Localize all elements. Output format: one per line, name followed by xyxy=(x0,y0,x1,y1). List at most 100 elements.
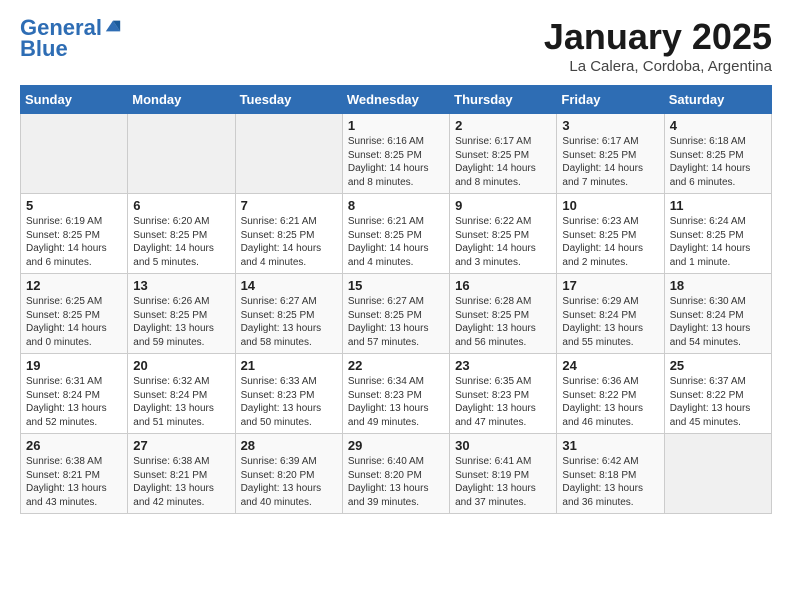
day-content: Sunrise: 6:20 AM Sunset: 8:25 PM Dayligh… xyxy=(133,215,229,269)
page: General Blue January 2025 La Calera, Cor… xyxy=(0,0,792,534)
calendar-cell: 11 Sunrise: 6:24 AM Sunset: 8:25 PM Dayli… xyxy=(664,194,771,274)
day-number: 8 xyxy=(348,198,444,213)
day-content: Sunrise: 6:17 AM Sunset: 8:25 PM Dayligh… xyxy=(562,135,658,189)
day-number: 2 xyxy=(455,118,551,133)
header-row: SundayMondayTuesdayWednesdayThursdayFrid… xyxy=(21,86,772,114)
day-number: 23 xyxy=(455,358,551,373)
calendar-cell: 2Sunrise: 6:17 AM Sunset: 8:25 PM Daylig… xyxy=(450,114,557,194)
location-title: La Calera, Cordoba, Argentina xyxy=(544,58,772,75)
day-number: 24 xyxy=(562,358,658,373)
month-title: January 2025 xyxy=(544,16,772,58)
day-content: Sunrise: 6:28 AM Sunset: 8:25 PM Dayligh… xyxy=(455,295,551,349)
calendar-cell: 18 Sunrise: 6:30 AM Sunset: 8:24 PM Dayli… xyxy=(664,274,771,354)
day-number: 9 xyxy=(455,198,551,213)
calendar-cell: 3 Sunrise: 6:17 AM Sunset: 8:25 PM Daylig… xyxy=(557,114,664,194)
day-number: 30 xyxy=(455,438,551,453)
day-content: Sunrise: 6:23 AM Sunset: 8:25 PM Dayligh… xyxy=(562,215,658,269)
day-content: Sunrise: 6:29 AM Sunset: 8:24 PM Dayligh… xyxy=(562,295,658,349)
day-number: 15 xyxy=(348,278,444,293)
week-row-1: 1 Sunrise: 6:16 AM Sunset: 8:25 PM Daylig… xyxy=(21,114,772,194)
calendar-cell: 1 Sunrise: 6:16 AM Sunset: 8:25 PM Daylig… xyxy=(342,114,449,194)
header-day-wednesday: Wednesday xyxy=(342,86,449,114)
day-content: Sunrise: 6:42 AM Sunset: 8:18 PM Dayligh… xyxy=(562,455,658,509)
day-number: 1 xyxy=(348,118,444,133)
day-number: 18 xyxy=(670,278,766,293)
calendar-cell: 27Sunrise: 6:38 AM Sunset: 8:21 PM Dayli… xyxy=(128,434,235,514)
day-number: 12 xyxy=(26,278,122,293)
day-content: Sunrise: 6:27 AM Sunset: 8:25 PM Dayligh… xyxy=(241,295,337,349)
day-number: 16 xyxy=(455,278,551,293)
calendar-cell: 12Sunrise: 6:25 AM Sunset: 8:25 PM Dayli… xyxy=(21,274,128,354)
day-content: Sunrise: 6:18 AM Sunset: 8:25 PM Dayligh… xyxy=(670,135,766,189)
header-day-saturday: Saturday xyxy=(664,86,771,114)
calendar-cell: 17 Sunrise: 6:29 AM Sunset: 8:24 PM Dayli… xyxy=(557,274,664,354)
calendar-cell xyxy=(128,114,235,194)
week-row-3: 12Sunrise: 6:25 AM Sunset: 8:25 PM Dayli… xyxy=(21,274,772,354)
day-content: Sunrise: 6:39 AM Sunset: 8:20 PM Dayligh… xyxy=(241,455,337,509)
calendar-cell: 24 Sunrise: 6:36 AM Sunset: 8:22 PM Dayli… xyxy=(557,354,664,434)
calendar-cell: 9 Sunrise: 6:22 AM Sunset: 8:25 PM Daylig… xyxy=(450,194,557,274)
day-number: 13 xyxy=(133,278,229,293)
logo-icon xyxy=(104,17,122,35)
day-number: 19 xyxy=(26,358,122,373)
calendar-cell: 31 Sunrise: 6:42 AM Sunset: 8:18 PM Dayli… xyxy=(557,434,664,514)
calendar-cell: 4 Sunrise: 6:18 AM Sunset: 8:25 PM Daylig… xyxy=(664,114,771,194)
day-number: 3 xyxy=(562,118,658,133)
calendar-cell: 21Sunrise: 6:33 AM Sunset: 8:23 PM Dayli… xyxy=(235,354,342,434)
day-content: Sunrise: 6:38 AM Sunset: 8:21 PM Dayligh… xyxy=(26,455,122,509)
day-content: Sunrise: 6:35 AM Sunset: 8:23 PM Dayligh… xyxy=(455,375,551,429)
calendar-cell: 25 Sunrise: 6:37 AM Sunset: 8:22 PM Dayli… xyxy=(664,354,771,434)
calendar-cell: 28 Sunrise: 6:39 AM Sunset: 8:20 PM Dayli… xyxy=(235,434,342,514)
day-content: Sunrise: 6:22 AM Sunset: 8:25 PM Dayligh… xyxy=(455,215,551,269)
title-block: January 2025 La Calera, Cordoba, Argenti… xyxy=(544,16,772,75)
calendar-cell: 16 Sunrise: 6:28 AM Sunset: 8:25 PM Dayli… xyxy=(450,274,557,354)
week-row-4: 19 Sunrise: 6:31 AM Sunset: 8:24 PM Dayli… xyxy=(21,354,772,434)
calendar-cell: 8 Sunrise: 6:21 AM Sunset: 8:25 PM Daylig… xyxy=(342,194,449,274)
day-number: 14 xyxy=(241,278,337,293)
calendar-cell: 30 Sunrise: 6:41 AM Sunset: 8:19 PM Dayli… xyxy=(450,434,557,514)
day-number: 4 xyxy=(670,118,766,133)
day-content: Sunrise: 6:36 AM Sunset: 8:22 PM Dayligh… xyxy=(562,375,658,429)
day-content: Sunrise: 6:21 AM Sunset: 8:25 PM Dayligh… xyxy=(241,215,337,269)
calendar-cell: 29Sunrise: 6:40 AM Sunset: 8:20 PM Dayli… xyxy=(342,434,449,514)
day-content: Sunrise: 6:26 AM Sunset: 8:25 PM Dayligh… xyxy=(133,295,229,349)
day-number: 26 xyxy=(26,438,122,453)
day-content: Sunrise: 6:32 AM Sunset: 8:24 PM Dayligh… xyxy=(133,375,229,429)
calendar-cell xyxy=(235,114,342,194)
calendar-table: SundayMondayTuesdayWednesdayThursdayFrid… xyxy=(20,85,772,514)
header-day-thursday: Thursday xyxy=(450,86,557,114)
day-number: 25 xyxy=(670,358,766,373)
day-number: 10 xyxy=(562,198,658,213)
day-content: Sunrise: 6:34 AM Sunset: 8:23 PM Dayligh… xyxy=(348,375,444,429)
header-day-friday: Friday xyxy=(557,86,664,114)
calendar-cell: 10 Sunrise: 6:23 AM Sunset: 8:25 PM Dayli… xyxy=(557,194,664,274)
header-day-sunday: Sunday xyxy=(21,86,128,114)
calendar-cell: 22 Sunrise: 6:34 AM Sunset: 8:23 PM Dayli… xyxy=(342,354,449,434)
day-number: 7 xyxy=(241,198,337,213)
day-content: Sunrise: 6:41 AM Sunset: 8:19 PM Dayligh… xyxy=(455,455,551,509)
day-number: 28 xyxy=(241,438,337,453)
calendar-cell: 13 Sunrise: 6:26 AM Sunset: 8:25 PM Dayli… xyxy=(128,274,235,354)
header-day-monday: Monday xyxy=(128,86,235,114)
calendar-cell: 19 Sunrise: 6:31 AM Sunset: 8:24 PM Dayli… xyxy=(21,354,128,434)
day-content: Sunrise: 6:16 AM Sunset: 8:25 PM Dayligh… xyxy=(348,135,444,189)
header-day-tuesday: Tuesday xyxy=(235,86,342,114)
calendar-cell xyxy=(21,114,128,194)
day-content: Sunrise: 6:31 AM Sunset: 8:24 PM Dayligh… xyxy=(26,375,122,429)
calendar-cell: 6 Sunrise: 6:20 AM Sunset: 8:25 PM Daylig… xyxy=(128,194,235,274)
calendar-cell: 23 Sunrise: 6:35 AM Sunset: 8:23 PM Dayli… xyxy=(450,354,557,434)
day-number: 17 xyxy=(562,278,658,293)
week-row-5: 26 Sunrise: 6:38 AM Sunset: 8:21 PM Dayli… xyxy=(21,434,772,514)
logo: General Blue xyxy=(20,16,122,62)
day-number: 6 xyxy=(133,198,229,213)
day-content: Sunrise: 6:30 AM Sunset: 8:24 PM Dayligh… xyxy=(670,295,766,349)
day-number: 11 xyxy=(670,198,766,213)
day-content: Sunrise: 6:21 AM Sunset: 8:25 PM Dayligh… xyxy=(348,215,444,269)
day-content: Sunrise: 6:37 AM Sunset: 8:22 PM Dayligh… xyxy=(670,375,766,429)
day-number: 22 xyxy=(348,358,444,373)
calendar-cell: 15Sunrise: 6:27 AM Sunset: 8:25 PM Dayli… xyxy=(342,274,449,354)
day-number: 31 xyxy=(562,438,658,453)
calendar-cell: 14 Sunrise: 6:27 AM Sunset: 8:25 PM Dayli… xyxy=(235,274,342,354)
day-content: Sunrise: 6:24 AM Sunset: 8:25 PM Dayligh… xyxy=(670,215,766,269)
day-number: 27 xyxy=(133,438,229,453)
